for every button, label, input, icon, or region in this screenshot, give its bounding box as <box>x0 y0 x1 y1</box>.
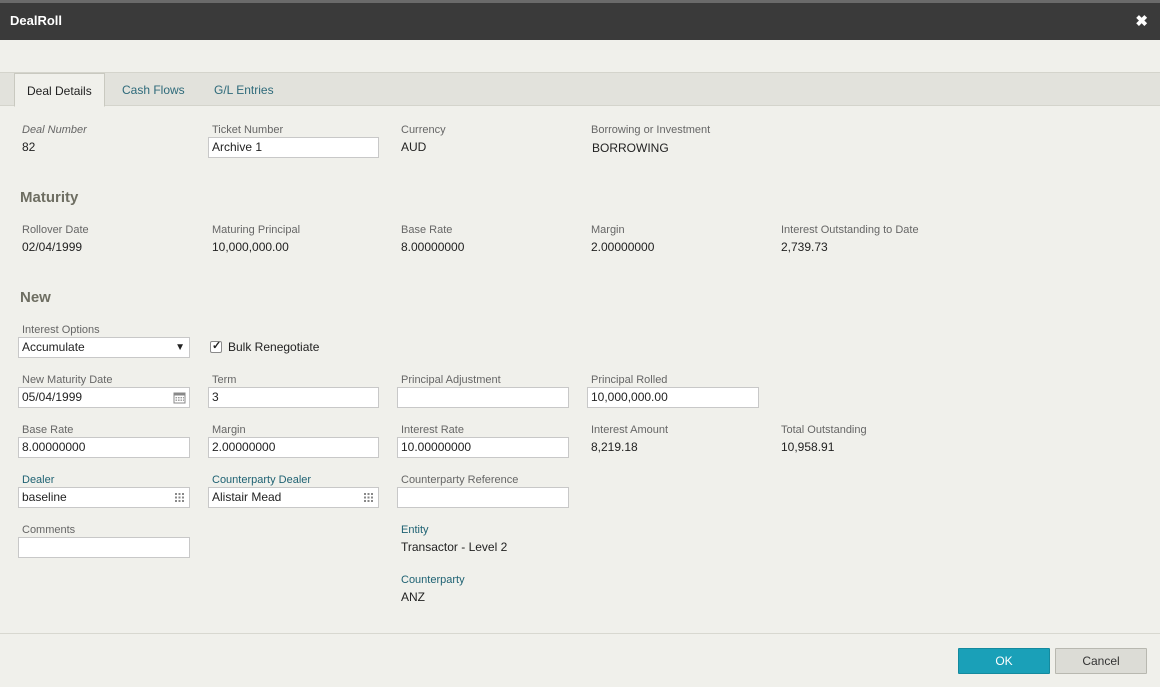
deal-number-value: 82 <box>22 140 36 154</box>
title-bar: DealRoll ✖ <box>0 0 1160 40</box>
entity-label[interactable]: Entity <box>401 524 429 536</box>
counterparty-label[interactable]: Counterparty <box>401 574 465 586</box>
bulk-renegotiate-checkbox[interactable]: ✓ <box>210 340 222 353</box>
dealer-input[interactable]: baseline <box>18 487 190 508</box>
new-maturity-date-value: 05/04/1999 <box>22 390 83 404</box>
term-input[interactable]: 3 <box>208 387 379 408</box>
counterparty-dealer-value: Alistair Mead <box>212 490 282 504</box>
tab-deal-details[interactable]: Deal Details <box>14 73 105 107</box>
new-maturity-date-label: New Maturity Date <box>22 374 113 386</box>
interest-rate-input[interactable]: 10.00000000 <box>397 437 569 458</box>
entity-value: Transactor - Level 2 <box>401 540 508 554</box>
interest-rate-label: Interest Rate <box>401 424 464 436</box>
window-title: DealRoll <box>10 13 63 28</box>
comments-input[interactable] <box>18 537 190 558</box>
deal-number-label: Deal Number <box>22 124 87 136</box>
checkmark-icon: ✓ <box>212 340 222 352</box>
principal-adjustment-label: Principal Adjustment <box>401 374 501 386</box>
total-outstanding-value: 10,958.91 <box>781 440 835 454</box>
maturity-base-rate-label: Base Rate <box>401 224 453 236</box>
ticket-number-label: Ticket Number <box>212 124 284 136</box>
tab-strip: Deal Details Cash Flows G/L Entries <box>0 72 1160 107</box>
currency-value: AUD <box>401 140 427 154</box>
counterparty-reference-label: Counterparty Reference <box>401 474 519 486</box>
ok-button[interactable]: OK <box>958 648 1050 674</box>
maturing-principal-label: Maturing Principal <box>212 224 301 236</box>
interest-amount-value: 8,219.18 <box>591 440 638 454</box>
interest-outstanding-label: Interest Outstanding to Date <box>781 224 919 236</box>
new-base-rate-input[interactable]: 8.00000000 <box>18 437 190 458</box>
new-margin-input[interactable]: 2.00000000 <box>208 437 379 458</box>
new-heading: New <box>20 289 51 306</box>
dealer-label[interactable]: Dealer <box>22 474 54 486</box>
principal-adjustment-input[interactable] <box>397 387 569 408</box>
maturing-principal-value: 10,000,000.00 <box>212 240 289 254</box>
counterparty-dealer-label[interactable]: Counterparty Dealer <box>212 474 311 486</box>
interest-amount-label: Interest Amount <box>591 424 669 436</box>
principal-rolled-label: Principal Rolled <box>591 374 668 386</box>
maturity-margin-label: Margin <box>591 224 625 236</box>
total-outstanding-label: Total Outstanding <box>781 424 867 436</box>
principal-rolled-input[interactable]: 10,000,000.00 <box>587 387 759 408</box>
new-margin-label: Margin <box>212 424 246 436</box>
calendar-icon[interactable] <box>173 391 186 404</box>
grid-picker-icon[interactable] <box>173 491 186 504</box>
footer-divider <box>0 633 1160 634</box>
maturity-base-rate-value: 8.00000000 <box>401 240 465 254</box>
borrowing-label: Borrowing or Investment <box>591 124 711 136</box>
close-icon[interactable]: ✖ <box>1135 12 1148 32</box>
interest-options-select[interactable]: Accumulate ▼ <box>18 337 190 358</box>
interest-outstanding-value: 2,739.73 <box>781 240 828 254</box>
ticket-number-input[interactable]: Archive 1 <box>208 137 379 158</box>
rollover-date-label: Rollover Date <box>22 224 89 236</box>
maturity-margin-value: 2.00000000 <box>591 240 655 254</box>
grid-picker-icon[interactable] <box>362 491 375 504</box>
tab-cash-flows[interactable]: Cash Flows <box>110 73 197 107</box>
interest-options-value: Accumulate <box>22 340 85 354</box>
chevron-down-icon: ▼ <box>175 342 185 353</box>
interest-options-label: Interest Options <box>22 324 100 336</box>
tab-gl-entries[interactable]: G/L Entries <box>202 73 286 107</box>
new-maturity-date-input[interactable]: 05/04/1999 <box>18 387 190 408</box>
cancel-button[interactable]: Cancel <box>1055 648 1147 674</box>
currency-label: Currency <box>401 124 446 136</box>
term-label: Term <box>212 374 237 386</box>
rollover-date-value: 02/04/1999 <box>22 240 83 254</box>
maturity-heading: Maturity <box>20 189 79 206</box>
counterparty-value: ANZ <box>401 590 425 604</box>
new-base-rate-label: Base Rate <box>22 424 74 436</box>
counterparty-reference-input[interactable] <box>397 487 569 508</box>
counterparty-dealer-input[interactable]: Alistair Mead <box>208 487 379 508</box>
borrowing-value: BORROWING <box>592 141 669 155</box>
bulk-renegotiate-label: Bulk Renegotiate <box>228 340 320 354</box>
comments-label: Comments <box>22 524 76 536</box>
dealer-value: baseline <box>22 490 67 504</box>
